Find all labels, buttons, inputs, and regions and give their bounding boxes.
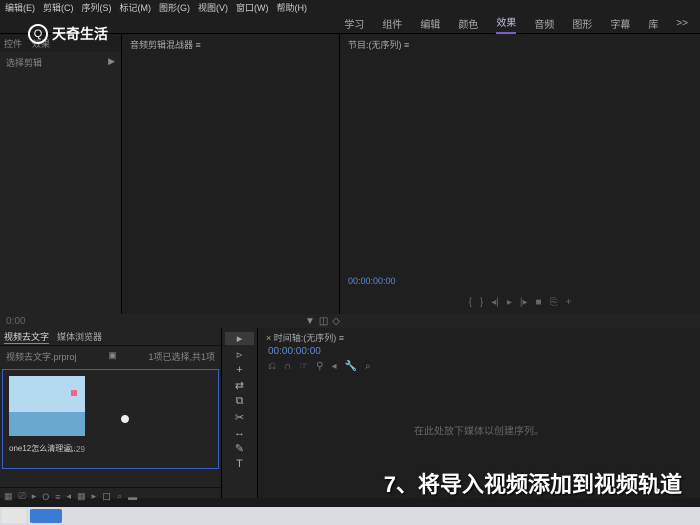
menu-graphics[interactable]: 图形(G): [156, 1, 193, 14]
tutorial-caption: 7、将导入视频添加到视频轨道: [384, 467, 682, 499]
new-item-icon[interactable]: 口: [102, 490, 111, 503]
menu-help[interactable]: 帮助(H): [274, 1, 311, 14]
insert-icon[interactable]: ⚲: [316, 361, 323, 372]
wrench-icon[interactable]: 🔧: [345, 361, 357, 372]
selection-tool-icon[interactable]: ▸: [225, 332, 254, 345]
loading-dot-icon: [121, 415, 129, 423]
effect-controls-panel: 控件 效果 选择剪辑 ▶: [0, 34, 122, 314]
project-footer: ▦ ⎚ ▸ O ≡ ◂ ▦ ▸ 口 ⌕ ▬: [0, 487, 221, 505]
overwrite-icon[interactable]: ◂: [331, 361, 336, 372]
ripple-tool-icon[interactable]: +: [225, 364, 254, 376]
mid-timecode: 0:00: [6, 316, 25, 327]
project-panel: 视频去文字 媒体浏览器 视频去文字.prproj ▣ 1项已选择,共1项 one…: [0, 328, 222, 498]
snap-icon[interactable]: ⎌: [268, 361, 276, 372]
transport-controls: { } ◂| ▸ |▸ ■ ⎘ +: [340, 297, 700, 308]
program-title: 节目:(无序列) ≡: [340, 34, 700, 55]
project-filename: 视频去文字.prproj: [6, 350, 77, 363]
search-icon[interactable]: ⌕: [117, 491, 122, 502]
mid-control-bar: 0:00 ▼ ◫ ◇: [0, 314, 700, 328]
clip-duration: 41:29: [65, 445, 85, 454]
step-fwd-icon[interactable]: |▸: [520, 297, 528, 308]
stop-icon[interactable]: ■: [536, 297, 542, 308]
folder-icon[interactable]: ▣: [108, 350, 117, 363]
expand-arrow-icon[interactable]: ▶: [108, 56, 115, 69]
menu-window[interactable]: 窗口(W): [233, 1, 272, 14]
ws-tab-library[interactable]: 库: [648, 16, 658, 31]
mark-in-icon[interactable]: {: [469, 297, 472, 308]
marker-icon[interactable]: ☞: [299, 361, 308, 372]
timeline-tab[interactable]: × 时间轴:(无序列) ≡: [258, 328, 700, 346]
link-icon[interactable]: ∩: [284, 361, 291, 372]
list-view-icon[interactable]: ▦: [4, 491, 13, 502]
project-bin[interactable]: one12怎么清理运... 41:29: [2, 369, 219, 469]
find-icon[interactable]: ▦: [77, 491, 86, 502]
logo-text: 天奇生活: [52, 24, 108, 44]
razor-tool-icon[interactable]: ✂: [225, 411, 254, 424]
menu-clip[interactable]: 剪辑(C): [40, 1, 77, 14]
project-status: 1项已选择,共1项: [148, 350, 215, 363]
type-tool-icon[interactable]: T: [225, 458, 254, 470]
tab-project[interactable]: 视频去文字: [4, 330, 49, 344]
program-monitor-panel: 节目:(无序列) ≡ 00:00:00:00 { } ◂| ▸ |▸ ■ ⎘ +: [340, 34, 700, 314]
ws-tab-color[interactable]: 颜色: [458, 16, 478, 31]
mark-out-icon[interactable]: }: [480, 297, 483, 308]
auto-seq-icon[interactable]: ◂: [67, 491, 72, 502]
menu-edit[interactable]: 编辑(E): [2, 1, 38, 14]
timeline-timecode: 00:00:00:00: [258, 346, 700, 357]
filter-icon[interactable]: ▼: [305, 316, 315, 327]
windows-taskbar: [0, 507, 700, 525]
bin-icon[interactable]: ◫: [319, 316, 328, 327]
select-clip-label: 选择剪辑: [6, 56, 42, 69]
zoom-slider[interactable]: O: [42, 492, 49, 502]
tag-icon[interactable]: ◇: [332, 316, 340, 327]
hand-tool-icon[interactable]: ↔: [225, 427, 254, 439]
menu-bar: 编辑(E) 剪辑(C) 序列(S) 标记(M) 图形(G) 视图(V) 窗口(W…: [0, 0, 700, 14]
pen-tool-icon[interactable]: ✎: [225, 442, 254, 455]
settings-icon[interactable]: +: [566, 297, 572, 308]
audio-mixer-panel: 音频剪辑混战器 ≡: [122, 34, 340, 314]
icon-view-icon[interactable]: ⎚: [19, 491, 26, 502]
slip-tool-icon[interactable]: ⇄: [225, 379, 254, 392]
caption-icon[interactable]: ⌕: [365, 361, 371, 372]
track-select-tool-icon[interactable]: ▹: [225, 348, 254, 361]
logo-icon: Q: [28, 24, 48, 44]
new-bin-icon[interactable]: ▸: [92, 491, 97, 502]
ws-more-icon[interactable]: >>: [676, 18, 688, 29]
watermark-logo: Q 天奇生活: [28, 24, 108, 44]
program-timecode: 00:00:00:00: [348, 276, 396, 286]
tab-controls[interactable]: 控件: [4, 37, 22, 50]
rect-tool-icon[interactable]: ⧉: [225, 395, 254, 408]
tab-media-browser[interactable]: 媒体浏览器: [57, 330, 102, 343]
ws-tab-captions[interactable]: 字幕: [610, 16, 630, 31]
timeline-drop-hint: 在此处放下媒体以创建序列。: [414, 423, 544, 438]
audio-mixer-title: 音频剪辑混战器 ≡: [122, 34, 339, 55]
menu-view[interactable]: 视图(V): [195, 1, 231, 14]
start-button[interactable]: [2, 509, 26, 523]
ws-tab-effects[interactable]: 效果: [496, 14, 516, 34]
menu-sequence[interactable]: 序列(S): [79, 1, 115, 14]
ws-tab-learn[interactable]: 学习: [344, 16, 364, 31]
sort-icon[interactable]: ≡: [55, 492, 60, 502]
clear-icon[interactable]: ▬: [128, 492, 137, 502]
menu-marker[interactable]: 标记(M): [117, 1, 155, 14]
taskbar-app[interactable]: [30, 509, 62, 523]
ws-tab-edit[interactable]: 编辑: [420, 16, 440, 31]
play-icon[interactable]: ▸: [507, 297, 512, 308]
ws-tab-audio[interactable]: 音频: [534, 16, 554, 31]
freeform-icon[interactable]: ▸: [32, 491, 37, 502]
step-back-icon[interactable]: ◂|: [491, 297, 499, 308]
export-frame-icon[interactable]: ⎘: [550, 297, 558, 308]
ws-tab-graphics[interactable]: 图形: [572, 16, 592, 31]
ws-tab-assembly[interactable]: 组件: [382, 16, 402, 31]
tool-palette: ▸ ▹ + ⇄ ⧉ ✂ ↔ ✎ T: [222, 328, 258, 498]
clip-thumbnail[interactable]: one12怎么清理运... 41:29: [9, 376, 85, 436]
